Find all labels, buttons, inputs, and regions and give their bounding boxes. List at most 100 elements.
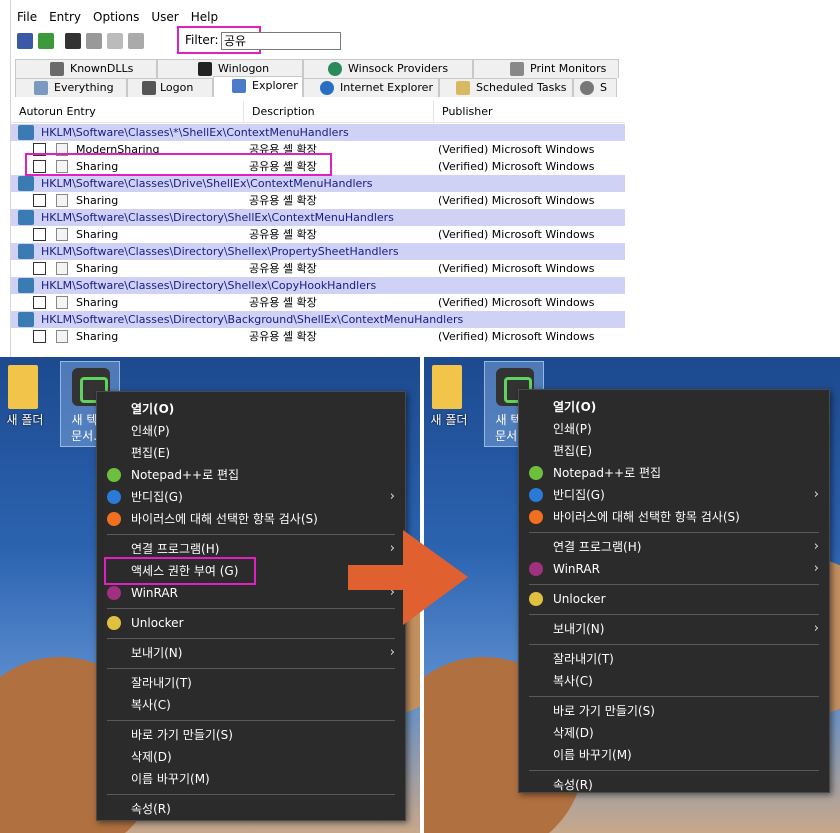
menu-item[interactable]: Unlocker [519, 588, 829, 610]
tab-explorer[interactable]: Explorer [213, 76, 303, 97]
entry-row[interactable]: Sharing 공유용 셸 확장 (Verified) Microsoft Wind… [11, 226, 625, 243]
menu-item[interactable]: 열기(O) [97, 398, 405, 420]
col-autorun-entry[interactable]: Autorun Entry [11, 101, 244, 122]
properties-icon[interactable] [86, 33, 102, 49]
menu-user[interactable]: User [145, 8, 184, 26]
menu-item-label: Notepad++로 편집 [553, 466, 662, 480]
menu-item[interactable]: 바이러스에 대해 선택한 항목 검사(S) [97, 508, 405, 530]
menu-item[interactable]: 삭제(D) [97, 746, 405, 768]
menu-item[interactable]: 연결 프로그램(H) › [519, 536, 829, 558]
menu-item[interactable]: 편집(E) [519, 440, 829, 462]
folder-icon[interactable] [432, 365, 462, 409]
menu-item[interactable]: 속성(R) [519, 774, 829, 796]
entry-checkbox[interactable] [33, 194, 46, 207]
entry-row[interactable]: Sharing 공유용 셸 확장 (Verified) Microsoft Wind… [11, 328, 625, 345]
bandizip-icon [529, 488, 543, 502]
menu-item[interactable]: 반디집(G) › [97, 486, 405, 508]
entry-checkbox[interactable] [33, 228, 46, 241]
menu-item-label: 인쇄(P) [553, 422, 592, 436]
menu-file[interactable]: File [11, 8, 43, 26]
tab-internet-explorer[interactable]: Internet Explorer [303, 78, 439, 97]
tab-logon[interactable]: Logon [127, 78, 213, 97]
col-publisher[interactable]: Publisher [434, 101, 625, 122]
registry-key-row[interactable]: HKLM\Software\Classes\Directory\Shellex\… [11, 277, 625, 294]
menu-item-label: 보내기(N) [553, 622, 605, 636]
menu-item[interactable]: 열기(O) [519, 396, 829, 418]
tab-scheduled-tasks[interactable]: Scheduled Tasks [439, 78, 573, 97]
registry-key-icon [18, 312, 34, 327]
menu-item-label: Notepad++로 편집 [131, 468, 240, 482]
entry-checkbox[interactable] [33, 330, 46, 343]
menu-item-label: 열기(O) [553, 400, 597, 414]
entry-checkbox[interactable] [33, 296, 46, 309]
menu-item-label: 열기(O) [131, 402, 175, 416]
file-icon [56, 194, 68, 207]
menu-item[interactable]: 잘라내기(T) [97, 672, 405, 694]
menu-item[interactable]: 잘라내기(T) [519, 648, 829, 670]
menu-item[interactable]: 바이러스에 대해 선택한 항목 검사(S) [519, 506, 829, 528]
tab-row-2: Everything Logon Explorer Internet Explo… [15, 76, 617, 97]
entry-checkbox[interactable] [33, 262, 46, 275]
menu-item[interactable]: 복사(C) [97, 694, 405, 716]
tab-knowndlls[interactable]: KnownDLLs [15, 59, 157, 78]
menu-separator [529, 584, 819, 585]
menu-item[interactable]: 보내기(N) › [519, 618, 829, 640]
registry-key-path: HKLM\Software\Classes\Directory\Shellex\… [41, 279, 377, 292]
entry-row[interactable]: Sharing 공유용 셸 확장 (Verified) Microsoft Wind… [11, 192, 625, 209]
autoruns-window: File Entry Options User Help Filter: 공유 … [10, 0, 625, 357]
tab-services[interactable]: S [573, 78, 617, 97]
registry-key-icon [18, 278, 34, 293]
entry-publisher: (Verified) Microsoft Windows [438, 143, 595, 156]
menu-item[interactable]: Notepad++로 편집 [519, 462, 829, 484]
menu-help[interactable]: Help [185, 8, 224, 26]
menu-item[interactable]: 보내기(N) › [97, 642, 405, 664]
registry-key-row[interactable]: HKLM\Software\Classes\Directory\Shellex\… [11, 243, 625, 260]
menu-item[interactable]: 반디집(G) › [519, 484, 829, 506]
entry-name: Sharing [76, 296, 119, 309]
chevron-right-icon: › [813, 561, 819, 576]
delete-icon[interactable] [107, 33, 123, 49]
menu-item[interactable]: 속성(R) [97, 798, 405, 820]
folder-icon[interactable] [8, 365, 38, 409]
menu-item-label: 연결 프로그램(H) [553, 540, 642, 554]
registry-key-row[interactable]: HKLM\Software\Classes\*\ShellEx\ContextM… [11, 124, 625, 141]
menu-item[interactable]: 인쇄(P) [97, 420, 405, 442]
registry-key-path: HKLM\Software\Classes\Directory\Backgrou… [41, 313, 464, 326]
registry-key-row[interactable]: HKLM\Software\Classes\Directory\Backgrou… [11, 311, 625, 328]
menu-item-label: 잘라내기(T) [131, 676, 192, 690]
tab-label: Scheduled Tasks [476, 81, 567, 94]
menu-item[interactable]: 복사(C) [519, 670, 829, 692]
entry-publisher: (Verified) Microsoft Windows [438, 228, 595, 241]
menu-separator [107, 794, 395, 795]
menu-item[interactable]: 이름 바꾸기(M) [97, 768, 405, 790]
menu-item[interactable]: 바로 가기 만들기(S) [519, 700, 829, 722]
entry-row[interactable]: Sharing 공유용 셸 확장 (Verified) Microsoft Wind… [11, 294, 625, 311]
registry-key-row[interactable]: HKLM\Software\Classes\Directory\ShellEx\… [11, 209, 625, 226]
gear-icon [580, 81, 594, 95]
menu-separator [107, 720, 395, 721]
refresh-icon[interactable] [38, 33, 54, 49]
menu-item[interactable]: 편집(E) [97, 442, 405, 464]
menu-item[interactable]: 인쇄(P) [519, 418, 829, 440]
menu-item[interactable]: 이름 바꾸기(M) [519, 744, 829, 766]
jump-icon[interactable] [128, 33, 144, 49]
menu-item[interactable]: WinRAR › [519, 558, 829, 580]
entry-row[interactable]: Sharing 공유용 셸 확장 (Verified) Microsoft Wind… [11, 260, 625, 277]
winrar-icon [529, 562, 543, 576]
registry-key-row[interactable]: HKLM\Software\Classes\Drive\ShellEx\Cont… [11, 175, 625, 192]
menu-entry[interactable]: Entry [43, 8, 87, 26]
menu-item[interactable]: 삭제(D) [519, 722, 829, 744]
col-description[interactable]: Description [244, 101, 434, 122]
menu-item[interactable]: Notepad++로 편집 [97, 464, 405, 486]
save-icon[interactable] [17, 33, 33, 49]
find-icon[interactable] [65, 33, 81, 49]
menu-item[interactable]: 바로 가기 만들기(S) [97, 724, 405, 746]
menu-item-label: 바로 가기 만들기(S) [553, 704, 655, 718]
entry-name: Sharing [76, 194, 119, 207]
tab-winsock-providers[interactable]: Winsock Providers [303, 59, 473, 78]
registry-key-path: HKLM\Software\Classes\Directory\Shellex\… [41, 245, 399, 258]
tab-print-monitors[interactable]: Print Monitors [473, 59, 619, 78]
filter-input[interactable]: 공유 [221, 32, 341, 50]
tab-everything[interactable]: Everything [15, 78, 127, 97]
menu-options[interactable]: Options [87, 8, 145, 26]
